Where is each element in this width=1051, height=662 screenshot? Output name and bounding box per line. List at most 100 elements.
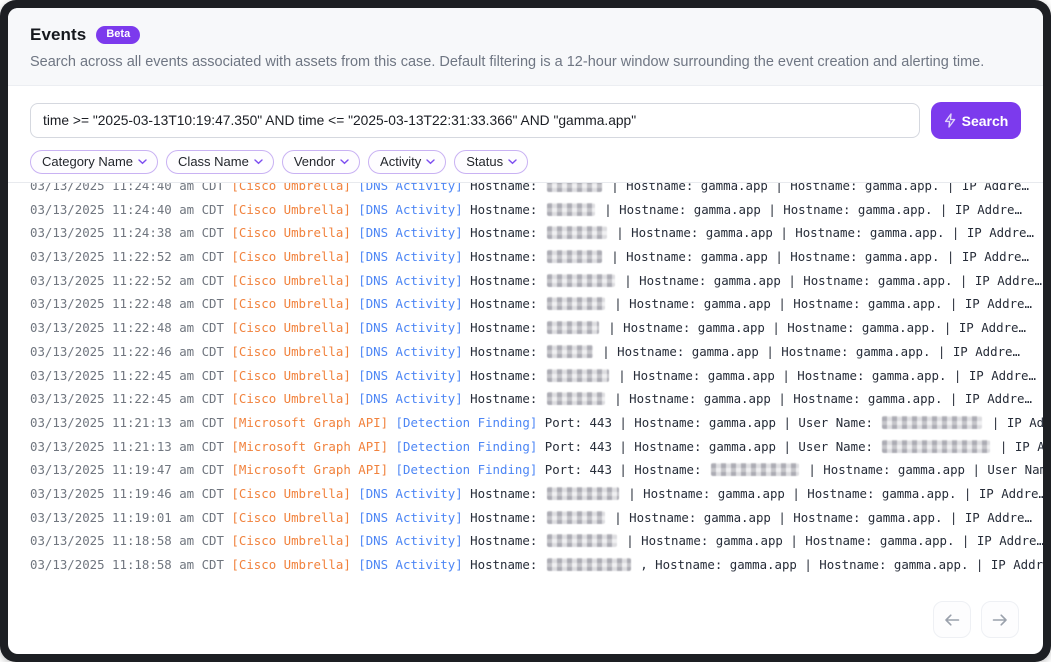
event-log-row[interactable]: 03/13/2025 11:22:52 am CDT [Cisco Umbrel… xyxy=(30,269,1043,293)
event-log-row[interactable]: 03/13/2025 11:22:45 am CDT [Cisco Umbrel… xyxy=(30,387,1043,411)
event-log-row[interactable]: 03/13/2025 11:19:46 am CDT [Cisco Umbrel… xyxy=(30,482,1043,506)
event-message: Port: 443 | Hostname: gamma.app | User N… xyxy=(545,415,1043,430)
page-subtitle: Search across all events associated with… xyxy=(30,54,1021,70)
event-class: [Detection Finding] xyxy=(396,439,538,454)
event-log-row[interactable]: 03/13/2025 11:18:58 am CDT [Cisco Umbrel… xyxy=(30,529,1043,553)
next-page-button[interactable] xyxy=(981,601,1019,638)
search-button-label: Search xyxy=(962,113,1009,129)
event-timestamp: 03/13/2025 11:18:58 am CDT xyxy=(30,557,231,572)
event-log-row[interactable]: 03/13/2025 11:22:48 am CDT [Cisco Umbrel… xyxy=(30,292,1043,316)
redacted-value xyxy=(547,534,617,547)
event-vendor: [Cisco Umbrella] xyxy=(231,557,350,572)
event-class: [DNS Activity] xyxy=(358,391,462,406)
event-log-row[interactable]: 03/13/2025 11:24:38 am CDT [Cisco Umbrel… xyxy=(30,221,1043,245)
event-vendor: [Cisco Umbrella] xyxy=(231,368,350,383)
event-timestamp: 03/13/2025 11:22:48 am CDT xyxy=(30,296,231,311)
event-timestamp: 03/13/2025 11:21:13 am CDT xyxy=(30,415,231,430)
event-class: [DNS Activity] xyxy=(358,296,462,311)
event-message: Hostname: | Hostname: gamma.app | Hostna… xyxy=(470,320,1026,335)
arrow-right-icon xyxy=(992,613,1008,627)
redacted-value xyxy=(547,369,609,382)
event-message: Hostname: | Hostname: gamma.app | Hostna… xyxy=(470,391,1032,406)
event-class: [DNS Activity] xyxy=(358,510,462,525)
pagination xyxy=(8,587,1043,638)
event-class: [DNS Activity] xyxy=(358,273,462,288)
window-frame: Events Beta Search across all events ass… xyxy=(0,0,1051,662)
event-class: [Detection Finding] xyxy=(396,415,538,430)
event-vendor: [Cisco Umbrella] xyxy=(231,486,350,501)
event-message: Port: 443 | Hostname: gamma.app | User N… xyxy=(545,439,1043,454)
event-log-list[interactable]: 03/13/2025 11:24:40 am CDT [Cisco Umbrel… xyxy=(8,183,1043,587)
event-class: [DNS Activity] xyxy=(358,344,462,359)
event-vendor: [Cisco Umbrella] xyxy=(231,225,350,240)
chevron-down-icon xyxy=(254,159,263,165)
event-message: Hostname: | Hostname: gamma.app | Hostna… xyxy=(470,202,1022,217)
event-class: [DNS Activity] xyxy=(358,225,462,240)
event-vendor: [Cisco Umbrella] xyxy=(231,202,350,217)
event-vendor: [Microsoft Graph API] xyxy=(231,415,388,430)
search-button[interactable]: Search xyxy=(931,102,1021,139)
chevron-down-icon xyxy=(340,159,349,165)
search-section: Search Category Name Class Name xyxy=(8,86,1043,183)
event-timestamp: 03/13/2025 11:22:52 am CDT xyxy=(30,249,231,264)
redacted-value xyxy=(547,321,599,334)
event-message: Hostname: | Hostname: gamma.app | Hostna… xyxy=(470,225,1034,240)
event-log-scroll: 03/13/2025 11:24:40 am CDT [Cisco Umbrel… xyxy=(30,183,1043,577)
filter-pill[interactable]: Activity xyxy=(368,150,446,174)
event-log-row[interactable]: 03/13/2025 11:22:48 am CDT [Cisco Umbrel… xyxy=(30,316,1043,340)
event-class: [Detection Finding] xyxy=(396,462,538,477)
event-class: [DNS Activity] xyxy=(358,202,462,217)
event-log-row[interactable]: 03/13/2025 11:24:40 am CDT [Cisco Umbrel… xyxy=(30,198,1043,222)
event-class: [DNS Activity] xyxy=(358,533,462,548)
redacted-value xyxy=(547,226,607,239)
event-timestamp: 03/13/2025 11:24:40 am CDT xyxy=(30,202,231,217)
redacted-value xyxy=(547,203,595,216)
event-log-row[interactable]: 03/13/2025 11:19:47 am CDT [Microsoft Gr… xyxy=(30,458,1043,482)
arrow-left-icon xyxy=(944,613,960,627)
event-class: [DNS Activity] xyxy=(358,368,462,383)
event-vendor: [Cisco Umbrella] xyxy=(231,183,350,193)
filter-pill[interactable]: Class Name xyxy=(166,150,274,174)
event-log-row[interactable]: 03/13/2025 11:19:01 am CDT [Cisco Umbrel… xyxy=(30,506,1043,530)
event-message: Hostname: , Hostname: gamma.app | Hostna… xyxy=(470,557,1043,572)
event-vendor: [Cisco Umbrella] xyxy=(231,510,350,525)
filter-pill-label: Status xyxy=(466,154,503,169)
event-timestamp: 03/13/2025 11:24:38 am CDT xyxy=(30,225,231,240)
redacted-value xyxy=(547,558,631,571)
event-vendor: [Cisco Umbrella] xyxy=(231,249,350,264)
filter-pill[interactable]: Vendor xyxy=(282,150,360,174)
event-log-row[interactable]: 03/13/2025 11:22:46 am CDT [Cisco Umbrel… xyxy=(30,340,1043,364)
event-vendor: [Microsoft Graph API] xyxy=(231,462,388,477)
bolt-icon xyxy=(944,113,956,128)
event-message: Hostname: | Hostname: gamma.app | Hostna… xyxy=(470,249,1029,264)
event-timestamp: 03/13/2025 11:22:52 am CDT xyxy=(30,273,231,288)
event-log-row[interactable]: 03/13/2025 11:21:13 am CDT [Microsoft Gr… xyxy=(30,411,1043,435)
event-timestamp: 03/13/2025 11:19:46 am CDT xyxy=(30,486,231,501)
redacted-value xyxy=(547,392,605,405)
filter-pill[interactable]: Status xyxy=(454,150,528,174)
filter-pill[interactable]: Category Name xyxy=(30,150,158,174)
event-message: Hostname: | Hostname: gamma.app | Hostna… xyxy=(470,510,1032,525)
redacted-value xyxy=(547,345,593,358)
query-input[interactable] xyxy=(30,103,920,138)
redacted-value xyxy=(882,416,982,429)
event-message: Hostname: | Hostname: gamma.app | Hostna… xyxy=(470,296,1032,311)
event-log-row[interactable]: 03/13/2025 11:22:45 am CDT [Cisco Umbrel… xyxy=(30,364,1043,388)
event-message: Hostname: | Hostname: gamma.app | Hostna… xyxy=(470,368,1036,383)
event-message: Hostname: | Hostname: gamma.app | Hostna… xyxy=(470,486,1043,501)
event-log-row[interactable]: 03/13/2025 11:18:58 am CDT [Cisco Umbrel… xyxy=(30,553,1043,577)
event-class: [DNS Activity] xyxy=(358,486,462,501)
event-log-row[interactable]: 03/13/2025 11:21:13 am CDT [Microsoft Gr… xyxy=(30,435,1043,459)
event-log-row[interactable]: 03/13/2025 11:22:52 am CDT [Cisco Umbrel… xyxy=(30,245,1043,269)
event-vendor: [Cisco Umbrella] xyxy=(231,320,350,335)
prev-page-button[interactable] xyxy=(933,601,971,638)
redacted-value xyxy=(547,511,605,524)
event-log-row[interactable]: 03/13/2025 11:24:40 am CDT [Cisco Umbrel… xyxy=(30,183,1043,198)
chevron-down-icon xyxy=(508,159,517,165)
event-class: [DNS Activity] xyxy=(358,557,462,572)
redacted-value xyxy=(711,463,799,476)
filter-pill-label: Class Name xyxy=(178,154,249,169)
beta-badge: Beta xyxy=(96,26,140,44)
event-timestamp: 03/13/2025 11:18:58 am CDT xyxy=(30,533,231,548)
event-vendor: [Microsoft Graph API] xyxy=(231,439,388,454)
